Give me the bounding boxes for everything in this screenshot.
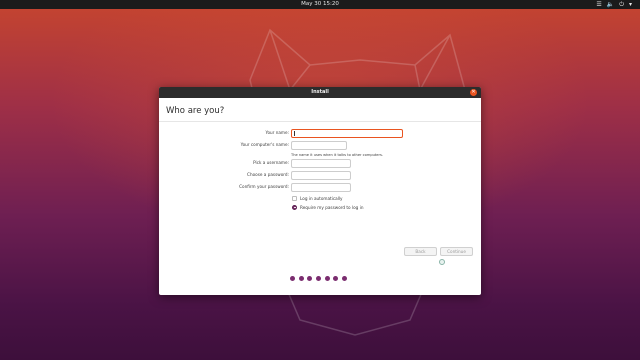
back-button[interactable]: Back [404, 247, 437, 256]
password-input[interactable] [291, 171, 351, 180]
require-password-label: Require my password to log in [300, 204, 364, 210]
window-titlebar: Install ✕ [159, 87, 481, 98]
login-auto-option[interactable]: Log in automatically [292, 195, 343, 201]
login-auto-checkbox[interactable] [292, 195, 297, 201]
require-password-radio[interactable] [292, 204, 297, 210]
loading-spinner-icon [439, 259, 445, 265]
progress-dot [307, 276, 313, 281]
confirm-password-label: Confirm your password: [239, 184, 289, 189]
progress-dot [316, 276, 322, 281]
row-your-name: Your name: [159, 129, 481, 138]
menu-arrow-icon[interactable]: ▾ [629, 0, 632, 9]
progress-dot [298, 276, 304, 281]
your-name-input[interactable] [291, 129, 403, 138]
confirm-password-input[interactable] [291, 183, 351, 192]
system-tray[interactable]: ☰ 🔈 ⏻ ▾ [596, 0, 632, 9]
row-confirm-password: Confirm your password: [159, 183, 481, 192]
row-password: Choose a password: [159, 171, 481, 180]
computer-name-input[interactable] [291, 141, 347, 150]
progress-dot [342, 276, 348, 281]
text-caret [294, 131, 295, 136]
progress-dot [290, 276, 295, 281]
password-label: Choose a password: [247, 172, 289, 177]
continue-button[interactable]: Continue [440, 247, 473, 256]
require-password-option[interactable]: Require my password to log in [292, 204, 363, 210]
row-computer-name: Your computer's name: [159, 141, 481, 150]
close-icon: ✕ [471, 89, 476, 95]
computer-name-label: Your computer's name: [240, 142, 289, 147]
progress-dot [324, 276, 330, 281]
progress-dot [333, 276, 339, 281]
progress-dots [290, 276, 348, 281]
computer-name-hint: The name it uses when it talks to other … [291, 153, 384, 157]
close-button[interactable]: ✕ [470, 89, 477, 96]
installer-window: Install ✕ Who are you? Your name: Your c… [159, 87, 481, 295]
power-icon[interactable]: ⏻ [619, 0, 624, 9]
your-name-label: Your name: [265, 130, 289, 135]
network-icon[interactable]: ☰ [596, 0, 601, 9]
row-username: Pick a username: [159, 159, 481, 168]
clock[interactable]: May 30 15:20 [0, 0, 640, 9]
divider [159, 121, 481, 122]
username-label: Pick a username: [253, 160, 289, 165]
window-title: Install [311, 89, 329, 95]
username-input[interactable] [291, 159, 351, 168]
top-panel: May 30 15:20 ☰ 🔈 ⏻ ▾ [0, 0, 640, 9]
page-title: Who are you? [166, 106, 225, 116]
volume-icon[interactable]: 🔈 [607, 0, 614, 9]
login-auto-label: Log in automatically [300, 195, 343, 201]
